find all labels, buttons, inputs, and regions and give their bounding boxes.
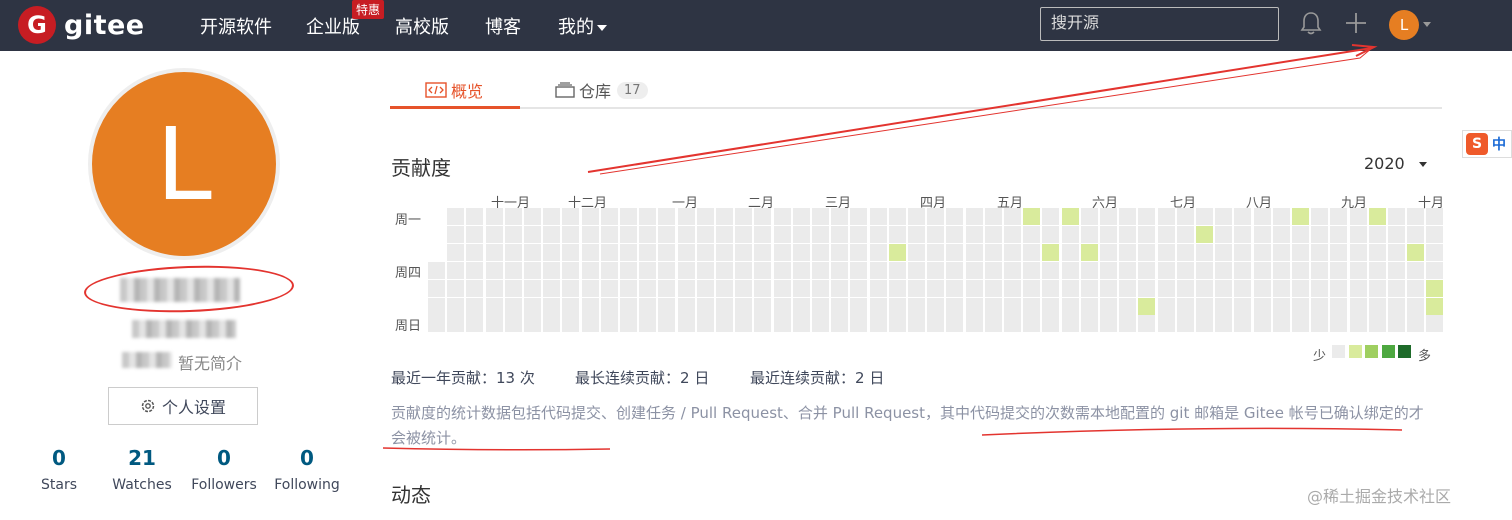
annotation-underline bbox=[981, 427, 1403, 436]
annotation-arrow bbox=[587, 47, 1373, 173]
annotation-underline bbox=[382, 447, 611, 451]
annotation-overlay bbox=[382, 44, 1403, 451]
